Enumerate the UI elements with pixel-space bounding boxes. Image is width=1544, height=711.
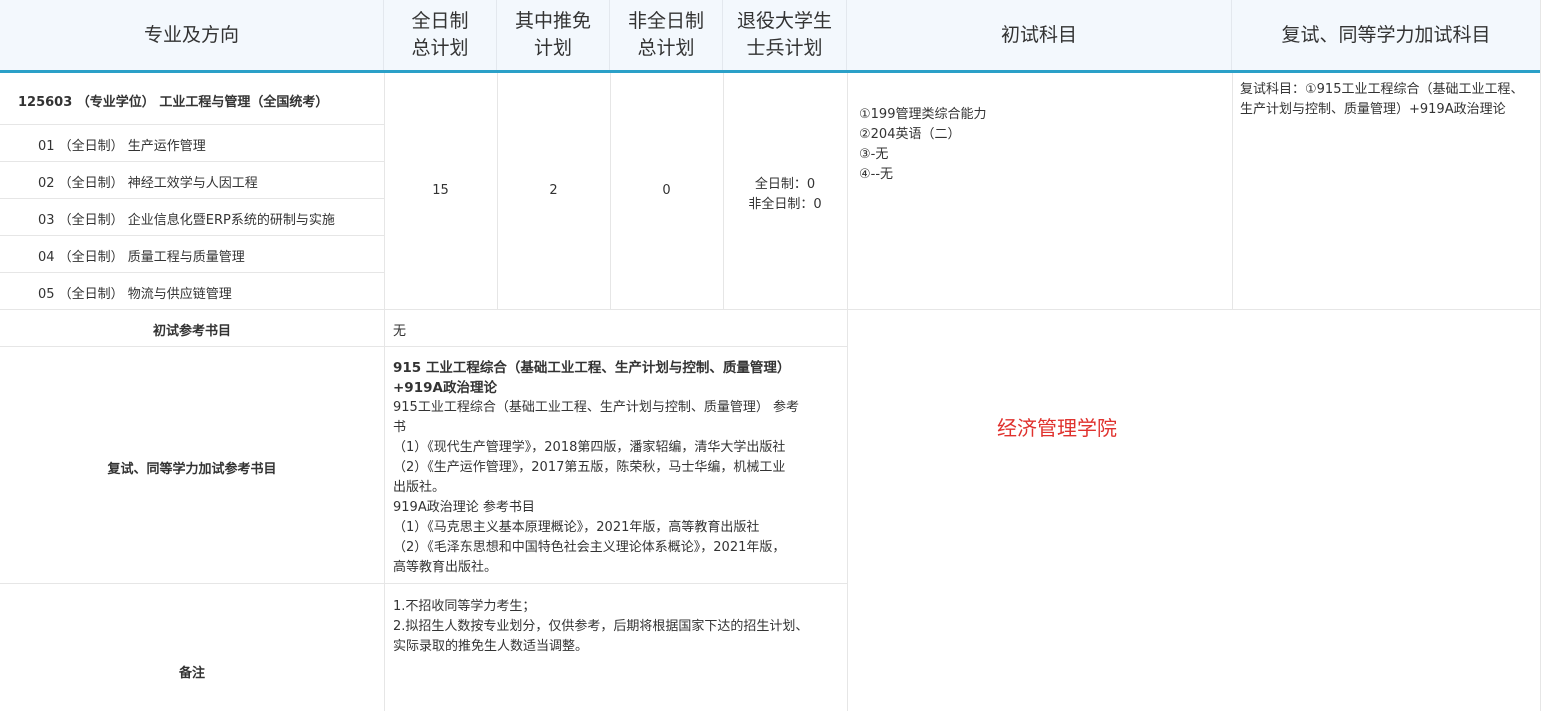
header-major-label: 专业及方向 bbox=[143, 23, 239, 46]
retest-refs-line: （2）《生产运作管理》，2017第五版，陈荣秋，马士华编，机械工业 bbox=[393, 460, 786, 475]
direction-item: 05 （全日制） 物流与供应链管理 bbox=[38, 287, 232, 302]
table-header: 专业及方向 全日制总计划 其中推免计划 非全日制总计划 退役大学生士兵计划 初试… bbox=[0, 0, 1540, 73]
retest-refs-line: 高等教育出版社。 bbox=[393, 560, 498, 575]
retest-refs-title-line2: +919A政治理论 bbox=[393, 380, 497, 396]
divider bbox=[1540, 0, 1541, 711]
retest-refs-line: 出版社。 bbox=[393, 480, 446, 495]
divider bbox=[0, 235, 384, 236]
retest-refs-label: 复试、同等学力加试参考书目 bbox=[107, 462, 277, 477]
direction-item: 02 （全日制） 神经工效学与人因工程 bbox=[38, 176, 258, 191]
divider bbox=[384, 73, 385, 711]
header-veteran-line1: 退役大学生 bbox=[736, 10, 832, 32]
header-initial-label: 初试科目 bbox=[1000, 23, 1077, 46]
parttime-plan-value: 0 bbox=[662, 183, 671, 198]
initial-subject-item: ①199管理类综合能力 bbox=[859, 107, 987, 122]
direction-item: 03 （全日制） 企业信息化暨ERP系统的研制与实施 bbox=[38, 213, 335, 228]
header-fulltime-plan: 全日制 总计划 bbox=[384, 0, 497, 70]
retest-subjects-text: 复试科目：①915工业工程综合（基础工业工程、生产计划与控制、质量管理）+919… bbox=[1240, 82, 1524, 117]
header-recommended-line2: 计划 bbox=[533, 37, 572, 59]
header-initial-subjects: 初试科目 bbox=[847, 0, 1232, 70]
header-fulltime-line2: 总计划 bbox=[411, 37, 469, 59]
header-major: 专业及方向 bbox=[0, 0, 384, 70]
divider bbox=[0, 583, 847, 584]
notes-line: 实际录取的推免生人数适当调整。 bbox=[393, 639, 589, 654]
header-recommended-line1: 其中推免 bbox=[514, 10, 591, 32]
direction-item: 04 （全日制） 质量工程与质量管理 bbox=[38, 250, 245, 265]
direction-item: 01 （全日制） 生产运作管理 bbox=[38, 139, 206, 154]
retest-refs-title-line1: 915 工业工程综合（基础工业工程、生产计划与控制、质量管理） bbox=[393, 360, 791, 376]
college-name: 经济管理学院 bbox=[997, 416, 1117, 440]
header-parttime-line1: 非全日制 bbox=[627, 10, 704, 32]
initial-subject-item: ③-无 bbox=[859, 147, 889, 162]
retest-refs-line: （2）《毛泽东思想和中国特色社会主义理论体系概论》，2021年版， bbox=[393, 540, 786, 555]
recommended-plan-value: 2 bbox=[549, 183, 558, 198]
retest-refs-line: 919A政治理论 参考书目 bbox=[393, 500, 535, 515]
divider bbox=[0, 309, 1540, 310]
initial-refs-value: 无 bbox=[393, 324, 407, 339]
retest-refs-line: （1）《现代生产管理学》，2018第四版，潘家轺编，清华大学出版社 bbox=[393, 440, 786, 455]
initial-refs-label: 初试参考书目 bbox=[152, 324, 231, 339]
header-parttime-line2: 总计划 bbox=[637, 37, 695, 59]
admission-table: 专业及方向 全日制总计划 其中推免计划 非全日制总计划 退役大学生士兵计划 初试… bbox=[0, 0, 1544, 711]
notes-line: 2.拟招生人数按专业划分，仅供参考，后期将根据国家下达的招生计划、 bbox=[393, 619, 809, 634]
fulltime-plan-value: 15 bbox=[432, 183, 449, 198]
retest-refs-line: 书 bbox=[393, 420, 407, 435]
header-parttime-plan: 非全日制 总计划 bbox=[610, 0, 723, 70]
notes-label: 备注 bbox=[178, 666, 205, 681]
veteran-plan-fulltime: 全日制：0 bbox=[754, 177, 816, 192]
divider bbox=[847, 73, 848, 711]
initial-subject-item: ②204英语（二） bbox=[859, 127, 961, 142]
divider bbox=[0, 272, 384, 273]
veteran-plan-parttime: 非全日制：0 bbox=[748, 197, 822, 212]
divider bbox=[0, 346, 847, 347]
divider bbox=[0, 124, 384, 125]
retest-refs-line: 915工业工程综合（基础工业工程、生产计划与控制、质量管理） 参考 bbox=[393, 400, 799, 415]
header-recommended-plan: 其中推免 计划 bbox=[497, 0, 610, 70]
program-title: 125603 （专业学位） 工业工程与管理（全国统考） bbox=[18, 95, 329, 110]
divider bbox=[1232, 73, 1233, 310]
header-fulltime-line1: 全日制 bbox=[411, 10, 469, 32]
retest-refs-line: （1）《马克思主义基本原理概论》，2021年版，高等教育出版社 bbox=[393, 520, 760, 535]
initial-subject-item: ④--无 bbox=[859, 167, 894, 182]
header-veteran-line2: 士兵计划 bbox=[746, 37, 823, 59]
header-retest-subjects: 复试、同等学力加试科目 bbox=[1232, 0, 1540, 70]
header-veteran-plan: 退役大学生 士兵计划 bbox=[723, 0, 847, 70]
divider bbox=[0, 198, 384, 199]
notes-line: 1.不招收同等学力考生； bbox=[393, 599, 536, 614]
divider bbox=[0, 161, 384, 162]
header-retest-label: 复试、同等学力加试科目 bbox=[1281, 23, 1491, 46]
